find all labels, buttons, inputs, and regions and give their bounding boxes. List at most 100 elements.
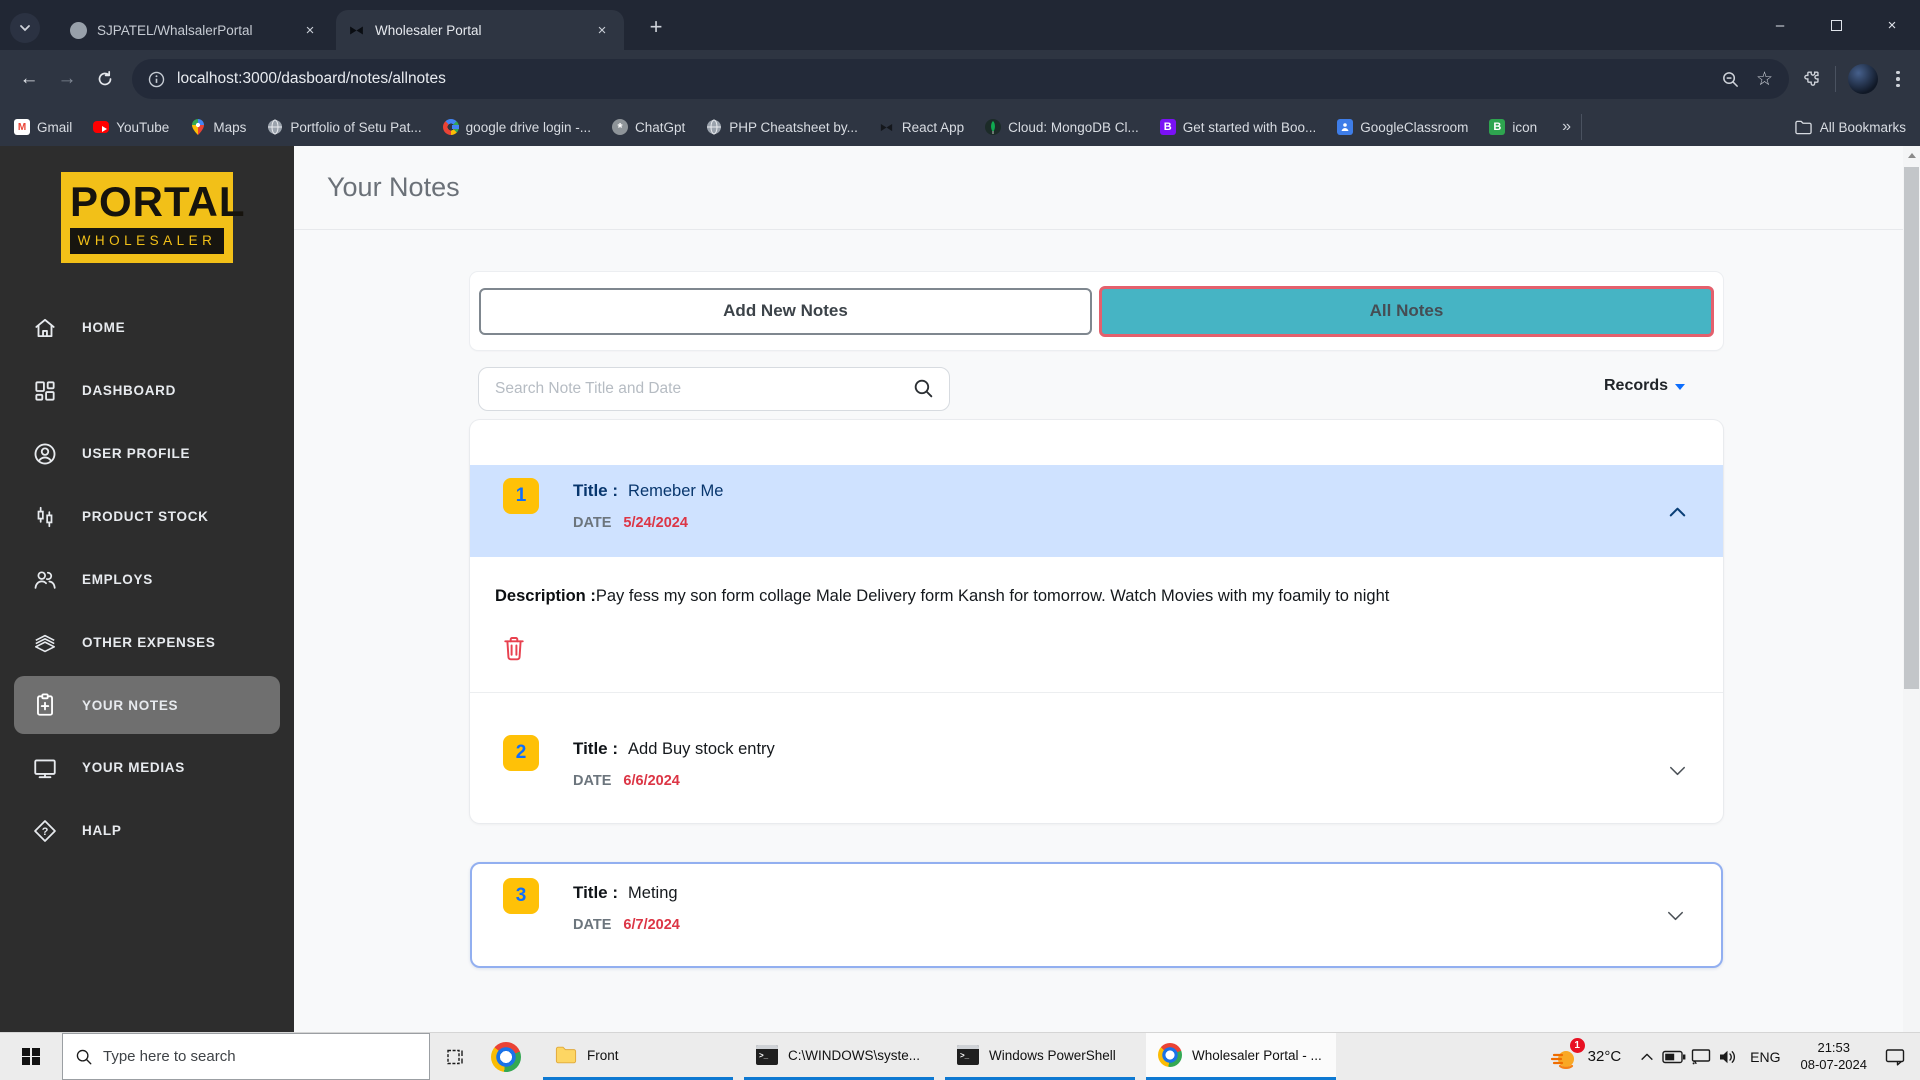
weather-icon[interactable]: 1 <box>1548 1037 1585 1074</box>
bookmark-react-app[interactable]: React App <box>879 119 964 135</box>
bookmark-bootstrap[interactable]: B Get started with Boo... <box>1159 119 1316 135</box>
note-2-header[interactable]: 2 Title : Add Buy stock entry DATE 6/6/2… <box>470 692 1723 823</box>
search-input[interactable] <box>478 367 950 411</box>
bookmark-google-drive[interactable]: google drive login -... <box>442 119 591 135</box>
tab-wholesaler-portal[interactable]: Wholesaler Portal × <box>336 10 624 50</box>
note-3-card[interactable]: 3 Title : Meting DATE 6/7/2024 <box>470 862 1723 968</box>
search-icon[interactable] <box>912 377 935 400</box>
notes-accordion: 1 Title : Remeber Me DATE 5/24/2024 Desc… <box>470 420 1723 823</box>
taskbar-app-powershell[interactable]: Windows PowerShell <box>945 1033 1135 1080</box>
bootstrap-icon: B <box>1159 119 1176 135</box>
tab-close-icon[interactable]: × <box>300 20 320 40</box>
bookmark-label: PHP Cheatsheet by... <box>729 119 858 135</box>
sidebar-item-dashboard[interactable]: DASHBOARD <box>0 359 294 422</box>
more-bookmarks-icon[interactable]: » <box>1562 118 1571 136</box>
date-label: DATE <box>573 773 612 789</box>
scrollbar-thumb[interactable] <box>1904 167 1919 689</box>
react-app-icon <box>879 119 895 135</box>
sidebar-item-other-expenses[interactable]: OTHER EXPENSES <box>0 611 294 674</box>
toolbar-divider <box>1835 66 1836 92</box>
bookmark-classroom[interactable]: GoogleClassroom <box>1337 119 1468 135</box>
all-bookmarks-button[interactable]: All Bookmarks <box>1795 120 1906 135</box>
taskbar-app-label: Wholesaler Portal - ... <box>1192 1047 1322 1063</box>
bookmark-icon-site[interactable]: Bicon <box>1489 119 1537 135</box>
sidebar-nav: HOME DASHBOARD USER PROFILE PRODUCT STOC… <box>0 296 294 862</box>
volume-button[interactable] <box>1714 1048 1741 1066</box>
sidebar-item-halp[interactable]: ? HALP <box>0 799 294 862</box>
taskbar-app-cmd[interactable]: C:\WINDOWS\syste... <box>744 1033 934 1080</box>
bookmark-label: Gmail <box>37 119 73 135</box>
bookmark-label: Maps <box>213 119 247 135</box>
bookmark-gmail[interactable]: M Gmail <box>14 119 72 135</box>
taskbar-search[interactable] <box>62 1033 430 1080</box>
bookmark-star-icon[interactable]: ☆ <box>1756 68 1773 91</box>
sidebar-item-your-notes[interactable]: YOUR NOTES <box>14 676 280 734</box>
close-button[interactable]: × <box>1864 0 1920 50</box>
chevron-up-icon[interactable] <box>1666 501 1689 524</box>
bookmark-maps[interactable]: Maps <box>190 119 246 135</box>
extensions-icon[interactable] <box>1801 68 1823 90</box>
chevron-down-icon[interactable] <box>1666 759 1689 782</box>
records-label: Records <box>1604 377 1669 394</box>
sidebar-item-label: USER PROFILE <box>82 446 191 461</box>
clock-date: 08-07-2024 <box>1800 1056 1868 1072</box>
task-view-button[interactable] <box>430 1033 480 1080</box>
tab-github[interactable]: SJPATEL/WhalsalerPortal × <box>58 10 332 50</box>
forward-button[interactable]: → <box>48 60 86 98</box>
address-bar[interactable]: localhost:3000/dasboard/notes/allnotes ☆ <box>132 59 1789 99</box>
bookmark-chatgpt[interactable]: * ChatGpt <box>612 119 685 135</box>
sidebar-item-employs[interactable]: EMPLOYS <box>0 548 294 611</box>
page-scrollbar[interactable] <box>1903 146 1920 1032</box>
language-indicator[interactable]: ENG <box>1750 1049 1780 1065</box>
taskbar-app-wholesaler-portal[interactable]: Wholesaler Portal - ... <box>1146 1033 1336 1080</box>
app-favicon-icon <box>350 25 363 35</box>
new-tab-button[interactable]: + <box>642 13 670 41</box>
bookmark-youtube[interactable]: YouTube <box>93 120 169 135</box>
sidebar-item-your-medias[interactable]: YOUR MEDIAS <box>0 736 294 799</box>
bookmark-portfolio[interactable]: Portfolio of Setu Pat... <box>267 119 422 135</box>
sidebar-item-label: YOUR NOTES <box>82 697 179 713</box>
maximize-button[interactable] <box>1808 0 1864 50</box>
zoom-page-button[interactable] <box>1721 70 1740 89</box>
sidebar-item-product-stock[interactable]: PRODUCT STOCK <box>0 485 294 548</box>
bookmark-mongodb[interactable]: Cloud: MongoDB Cl... <box>985 119 1139 135</box>
battery-button[interactable] <box>1660 1050 1687 1064</box>
url-text[interactable]: localhost:3000/dasboard/notes/allnotes <box>177 70 1705 88</box>
sidebar-item-home[interactable]: HOME <box>0 296 294 359</box>
minimize-button[interactable]: – <box>1752 0 1808 50</box>
site-info-icon[interactable] <box>148 71 165 88</box>
gmail-icon: M <box>14 119 30 135</box>
scrollbar-up-arrow[interactable] <box>1903 146 1920 165</box>
sidebar-item-user-profile[interactable]: USER PROFILE <box>0 422 294 485</box>
cast-button[interactable] <box>1687 1048 1714 1066</box>
taskbar-app-front[interactable]: Front <box>543 1033 733 1080</box>
taskbar-clock[interactable]: 21:53 08-07-2024 <box>1801 1040 1868 1074</box>
back-button[interactable]: ← <box>10 60 48 98</box>
note-description: Description :Pay fess my son form collag… <box>495 587 1389 606</box>
profile-avatar[interactable] <box>1848 64 1878 94</box>
chrome-launcher-button[interactable] <box>480 1033 532 1080</box>
tab-title: Wholesaler Portal <box>375 22 482 38</box>
delete-trash-icon[interactable] <box>502 635 526 662</box>
temperature-text[interactable]: 32°C <box>1588 1048 1622 1065</box>
records-dropdown[interactable]: Records <box>1604 377 1686 395</box>
reload-button[interactable] <box>86 60 124 98</box>
tab-search-button[interactable] <box>10 13 40 43</box>
start-button[interactable] <box>0 1033 62 1080</box>
menu-dots-icon[interactable] <box>1890 70 1906 88</box>
action-center-button[interactable] <box>1878 1047 1912 1067</box>
add-new-notes-button[interactable]: Add New Notes <box>479 287 1092 335</box>
bookmark-label: YouTube <box>116 119 170 135</box>
tray-chevron-button[interactable] <box>1633 1050 1660 1064</box>
chevron-down-icon[interactable] <box>1664 904 1687 927</box>
bookmark-php[interactable]: PHP Cheatsheet by... <box>706 119 858 135</box>
note-1-header[interactable]: 1 Title : Remeber Me DATE 5/24/2024 <box>470 465 1723 557</box>
note-number-badge: 1 <box>503 478 539 514</box>
folder-icon <box>555 1046 577 1064</box>
mongodb-icon <box>985 119 1002 135</box>
taskbar-search-input[interactable] <box>103 1048 429 1065</box>
sidebar: PORTAL WHOLESALER HOME DASHBOARD USER PR… <box>0 146 294 1032</box>
all-notes-button[interactable]: All Notes <box>1099 285 1714 337</box>
tab-close-icon[interactable]: × <box>592 20 612 40</box>
clock-time: 21:53 <box>1817 1039 1851 1055</box>
